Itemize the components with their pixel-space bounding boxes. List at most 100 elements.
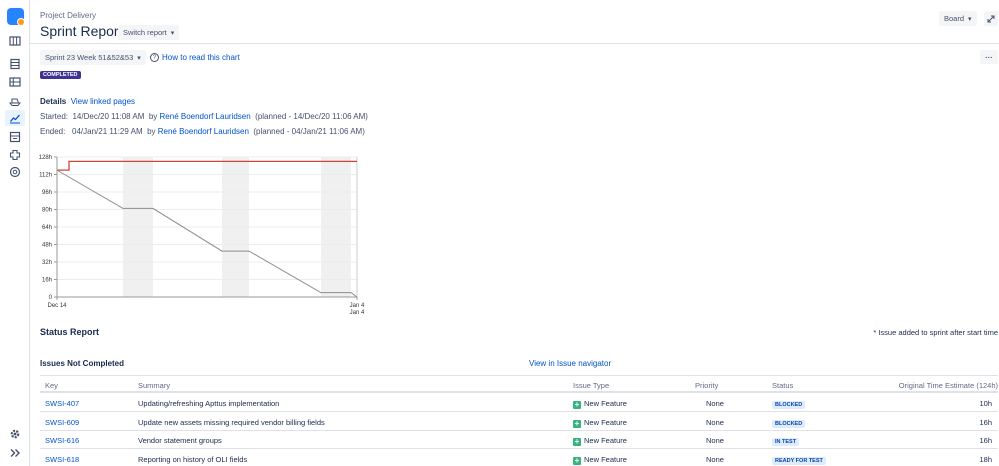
- table-row: SWSI-609 Update new assets missing requir…: [40, 413, 998, 431]
- y-tick-label: 32h: [42, 260, 52, 266]
- how-to-read-link[interactable]: ? How to read this chart: [150, 53, 240, 62]
- issue-key-link[interactable]: SWSI-616: [45, 436, 79, 445]
- y-tick-label: 96h: [42, 190, 52, 196]
- issue-type: + New Feature: [573, 455, 627, 465]
- view-linked-pages-link[interactable]: View linked pages: [71, 97, 135, 106]
- issue-navigator-link[interactable]: View in Issue navigator: [529, 359, 611, 368]
- ended-line: Ended: 04/Jan/21 11:29 AM by René Boendo…: [40, 127, 365, 136]
- issue-summary: Reporting on history of OLI fields: [138, 454, 248, 464]
- col-issue-type[interactable]: Issue Type: [573, 381, 609, 390]
- issue-status: BLOCKED: [772, 399, 806, 409]
- issue-estimate: 18h: [979, 454, 992, 464]
- ended-by: by: [147, 127, 156, 136]
- issue-summary: Update new assets missing required vendo…: [138, 417, 325, 427]
- y-tick-label: 80h: [42, 208, 52, 214]
- x-tick-label-start: Dec 14: [47, 303, 67, 309]
- board-icon[interactable]: [9, 35, 21, 47]
- header-divider: [30, 43, 999, 44]
- ended-planned: (planned - 04/Jan/21 11:06 AM): [253, 127, 365, 136]
- col-key[interactable]: Key: [45, 381, 58, 390]
- more-actions-button[interactable]: ···: [980, 50, 998, 64]
- chevron-down-icon: ▾: [968, 15, 972, 23]
- issue-type-label: New Feature: [584, 417, 627, 427]
- status-lozenge: BLOCKED: [772, 401, 806, 409]
- issue-type: + New Feature: [573, 399, 627, 409]
- started-label: Started:: [40, 112, 69, 121]
- status-badge: COMPLETED: [40, 71, 81, 79]
- new-feature-icon: +: [573, 455, 581, 465]
- issue-type: + New Feature: [573, 418, 627, 428]
- issue-key-link[interactable]: SWSI-407: [45, 399, 79, 408]
- chevron-down-icon: ▾: [137, 54, 141, 62]
- issue-status: IN TEST: [772, 436, 800, 446]
- col-status[interactable]: Status: [772, 381, 793, 390]
- new-feature-icon: +: [573, 437, 581, 446]
- scope-line: [57, 160, 357, 171]
- issue-type-label: New Feature: [584, 454, 627, 464]
- fullscreen-button[interactable]: [984, 11, 998, 26]
- how-to-read-label: How to read this chart: [162, 53, 240, 62]
- status-lozenge: IN TEST: [772, 438, 800, 446]
- issue-type: + New Feature: [573, 436, 627, 446]
- breadcrumb[interactable]: Project Delivery: [40, 11, 96, 20]
- col-estimate[interactable]: Original Time Estimate (124h): [899, 381, 998, 390]
- expand-sidebar-icon[interactable]: [9, 447, 21, 459]
- started-line: Started: 14/Dec/20 11:08 AM by René Boen…: [40, 112, 368, 121]
- y-tick-label: 0: [49, 295, 53, 301]
- more-icon: ···: [985, 52, 993, 62]
- issue-summary: Updating/refreshing Apttus implementatio…: [138, 399, 280, 408]
- switch-report-label: Switch report: [123, 28, 167, 37]
- y-tick-label: 64h: [42, 225, 52, 231]
- board-button[interactable]: Board ▾: [939, 11, 977, 26]
- col-summary[interactable]: Summary: [138, 381, 170, 390]
- issue-key-link[interactable]: SWSI-618: [45, 455, 79, 464]
- burndown-chart: 0 16h 32h 48h 64h 80h 96h 112h 128h Dec 14 Jan 4Ja…: [39, 155, 365, 316]
- issue-estimate: 16h: [979, 417, 992, 427]
- switch-report-button[interactable]: Switch report ▾: [118, 25, 180, 40]
- releases-icon[interactable]: [9, 131, 21, 143]
- status-report-title: Status Report: [40, 327, 100, 337]
- new-feature-icon: +: [573, 400, 581, 409]
- col-priority[interactable]: Priority: [695, 381, 718, 390]
- remaining-line: [56, 169, 358, 298]
- status-lozenge: READY FOR TEST: [772, 456, 826, 465]
- ended-value: 04/Jan/21 11:29 AM: [72, 127, 143, 136]
- details-header: Details View linked pages: [40, 97, 135, 106]
- started-planned: (planned - 14/Dec/20 11:06 AM): [255, 112, 368, 121]
- y-tick-label: 128h: [39, 155, 52, 161]
- chevron-down-icon: ▾: [170, 29, 175, 37]
- settings-icon[interactable]: [9, 428, 21, 440]
- ended-user-link[interactable]: René Boendorf Lauridsen: [158, 127, 249, 136]
- issue-key-link[interactable]: SWSI-609: [45, 418, 79, 427]
- issue-priority: None: [706, 436, 724, 445]
- sprint-select-value: Sprint 23 Week 51&52&53: [45, 53, 134, 62]
- started-user-link[interactable]: René Boendorf Lauridsen: [160, 112, 251, 121]
- table-row: SWSI-407 Updating/refreshing Apttus imple…: [40, 394, 998, 412]
- issue-type-label: New Feature: [584, 436, 627, 445]
- issue-type-label: New Feature: [584, 399, 627, 408]
- page-title: Sprint Report: [40, 23, 123, 39]
- issue-estimate: 16h: [979, 436, 992, 445]
- issue-status: READY FOR TEST: [772, 455, 826, 465]
- ship-icon[interactable]: [9, 95, 21, 107]
- project-settings-icon[interactable]: [9, 166, 21, 178]
- left-navigation: [0, 0, 30, 466]
- backlog-icon[interactable]: [9, 58, 21, 70]
- issue-status: BLOCKED: [772, 418, 806, 428]
- started-value: 14/Dec/20 11:08 AM: [72, 112, 145, 121]
- board-label: Board: [944, 14, 965, 23]
- details-title: Details: [40, 97, 67, 106]
- sprint-select[interactable]: Sprint 23 Week 51&52&53 ▾: [40, 50, 146, 65]
- issue-estimate: 10h: [979, 399, 992, 408]
- reports-icon[interactable]: [5, 110, 25, 126]
- list-icon[interactable]: [9, 76, 21, 88]
- badge-icon: [17, 18, 25, 26]
- added-after-start-note: * Issue added to sprint after start time: [873, 328, 998, 337]
- y-tick-label: 48h: [42, 243, 52, 249]
- help-icon: ?: [150, 53, 159, 62]
- x-tick-label-end: Jan 4: [350, 303, 365, 309]
- components-icon[interactable]: [9, 149, 21, 161]
- ended-label: Ended:: [40, 127, 66, 136]
- issue-summary: Vendor statement groups: [138, 436, 222, 445]
- table-row: SWSI-618 Reporting on history of OLI fiel…: [40, 450, 998, 466]
